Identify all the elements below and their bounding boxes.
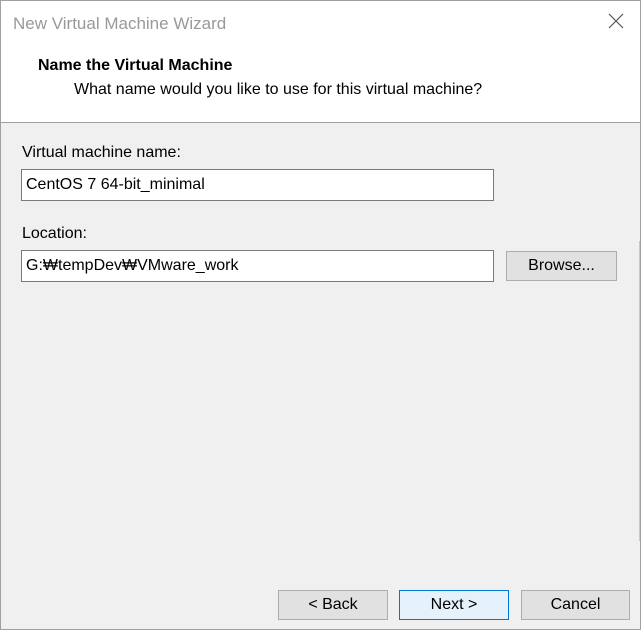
vm-name-label: Virtual machine name: <box>22 144 181 161</box>
cancel-button[interactable]: Cancel <box>521 590 630 620</box>
close-icon <box>608 13 624 34</box>
page-title: Name the Virtual Machine <box>38 57 233 74</box>
browse-button[interactable]: Browse... <box>506 251 617 281</box>
next-button[interactable]: Next > <box>399 590 509 620</box>
window-title: New Virtual Machine Wizard <box>13 14 227 33</box>
window-edge <box>637 241 640 541</box>
wizard-window: New Virtual Machine Wizard Name the Virt… <box>0 0 641 630</box>
location-label: Location: <box>22 225 87 242</box>
close-button[interactable] <box>602 9 630 37</box>
wizard-header: Name the Virtual Machine What name would… <box>1 45 640 123</box>
location-input[interactable] <box>21 250 494 282</box>
title-bar: New Virtual Machine Wizard <box>1 1 640 45</box>
vm-name-input[interactable] <box>21 169 494 201</box>
back-button[interactable]: < Back <box>278 590 388 620</box>
page-subtitle: What name would you like to use for this… <box>74 81 483 98</box>
